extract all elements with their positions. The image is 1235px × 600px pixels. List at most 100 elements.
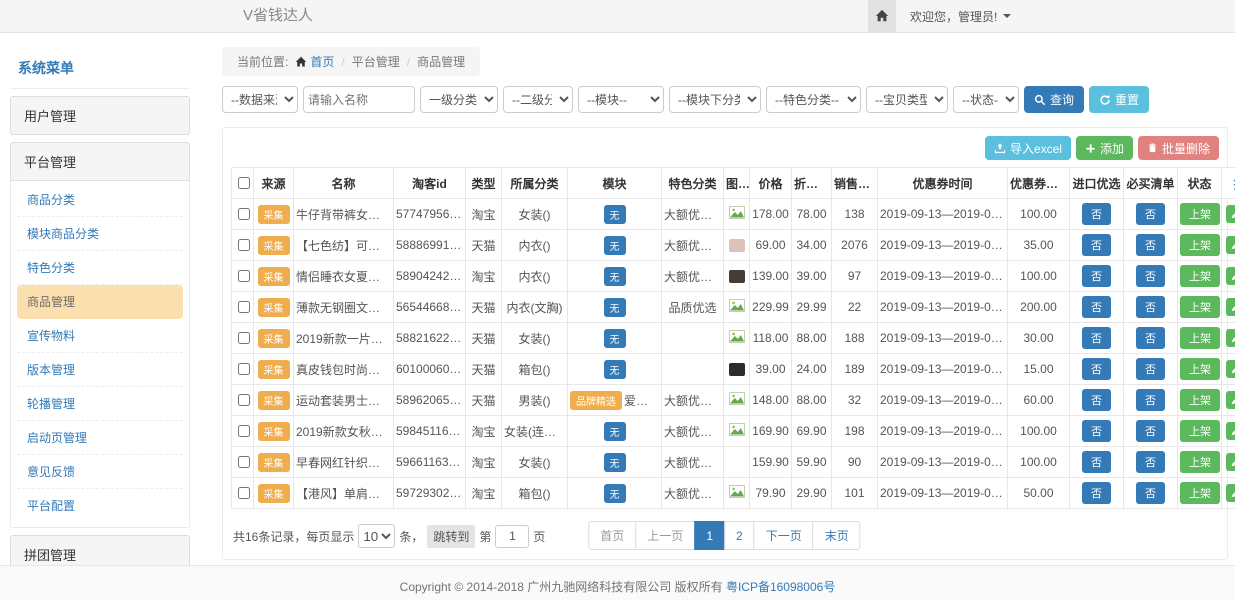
page-2-button[interactable]: 2 [724,521,755,550]
row-checkbox[interactable] [238,301,250,313]
sidebar-item-platform-management[interactable]: 平台管理 [10,142,190,181]
filter-select-status[interactable]: --状态-- [953,86,1019,113]
select-all-checkbox[interactable] [238,177,250,189]
sidebar-item-splash-management[interactable]: 启动页管理 [17,421,183,455]
filter-select-module[interactable]: --模块-- [578,86,664,113]
discount-price: 29.99 [792,292,832,323]
sidebar-item-feedback[interactable]: 意见反馈 [17,455,183,489]
import-select-toggle[interactable]: 否 [1082,327,1111,349]
home-icon [875,9,889,23]
prev-page-button[interactable]: 上一页 [635,521,695,550]
must-buy-toggle[interactable]: 否 [1136,420,1165,442]
edit-button[interactable] [1226,484,1235,502]
filter-select-item-type[interactable]: --宝贝类型-- [866,86,948,113]
edit-button[interactable] [1226,453,1235,471]
sidebar-item-platform-config[interactable]: 平台配置 [17,489,183,522]
status-button[interactable]: 上架 [1180,296,1220,318]
first-page-button[interactable]: 首页 [588,521,636,550]
row-checkbox[interactable] [238,425,250,437]
import-select-toggle[interactable]: 否 [1082,420,1111,442]
discount-price: 39.00 [792,261,832,292]
name-search-input[interactable] [303,86,415,113]
import-select-toggle[interactable]: 否 [1082,451,1111,473]
filter-select-data-source[interactable]: --数据来源-- [222,86,298,113]
edit-button[interactable] [1226,329,1235,347]
sidebar-item-product-management[interactable]: 商品管理 [17,285,183,319]
status-button[interactable]: 上架 [1180,358,1220,380]
row-checkbox[interactable] [238,456,250,468]
status-button[interactable]: 上架 [1180,389,1220,411]
must-buy-toggle[interactable]: 否 [1136,265,1165,287]
last-page-button[interactable]: 末页 [813,521,861,550]
breadcrumb-item-product[interactable]: 商品管理 [417,53,465,70]
row-checkbox[interactable] [238,239,250,251]
status-button[interactable]: 上架 [1180,482,1220,504]
status-button[interactable]: 上架 [1180,265,1220,287]
import-excel-button[interactable]: 导入excel [985,136,1071,160]
import-select-toggle[interactable]: 否 [1082,389,1111,411]
breadcrumb-separator: / [407,55,410,69]
sidebar-item-feature-category[interactable]: 特色分类 [17,251,183,285]
page-size-select[interactable]: 10 [358,524,395,548]
user-menu[interactable]: 欢迎您，管理员! [910,8,1011,25]
must-buy-toggle[interactable]: 否 [1136,389,1165,411]
edit-button[interactable] [1226,360,1235,378]
sidebar-item-user-management[interactable]: 用户管理 [10,96,190,135]
status-button[interactable]: 上架 [1180,327,1220,349]
edit-button[interactable] [1226,422,1235,440]
filter-select-level2-category[interactable]: --二级分类-- [503,86,573,113]
breadcrumb-item-platform[interactable]: 平台管理 [352,53,400,70]
status-button[interactable]: 上架 [1180,420,1220,442]
page-1-button[interactable]: 1 [694,521,725,550]
status-button[interactable]: 上架 [1180,234,1220,256]
must-buy-toggle[interactable]: 否 [1136,358,1165,380]
must-buy-toggle[interactable]: 否 [1136,327,1165,349]
status-button[interactable]: 上架 [1180,203,1220,225]
import-select-toggle[interactable]: 否 [1082,296,1111,318]
breadcrumb-home-link[interactable]: 首页 [295,53,334,70]
jump-page-input[interactable] [495,525,529,548]
must-buy-toggle[interactable]: 否 [1136,234,1165,256]
reset-button[interactable]: 重置 [1089,86,1149,113]
sidebar-item-module-product-category[interactable]: 模块商品分类 [17,217,183,251]
filter-select-module-subcategory[interactable]: --模块下分类-- [669,86,761,113]
row-checkbox[interactable] [238,332,250,344]
jump-button[interactable]: 跳转到 [427,525,475,548]
col-status: 状态 [1178,168,1222,199]
edit-button[interactable] [1226,391,1235,409]
edit-button[interactable] [1226,298,1235,316]
filter-select-feature-category[interactable]: --特色分类-- [766,86,861,113]
must-buy-toggle[interactable]: 否 [1136,203,1165,225]
row-checkbox[interactable] [238,487,250,499]
row-checkbox[interactable] [238,394,250,406]
icp-link[interactable]: 粤ICP备16098006号 [726,580,835,594]
edit-button[interactable] [1226,205,1235,223]
row-checkbox[interactable] [238,363,250,375]
import-select-toggle[interactable]: 否 [1082,203,1111,225]
sidebar-item-version-management[interactable]: 版本管理 [17,353,183,387]
sidebar-item-promo-material[interactable]: 宣传物料 [17,319,183,353]
import-select-toggle[interactable]: 否 [1082,234,1111,256]
col-category: 所属分类 [502,168,568,199]
status-button[interactable]: 上架 [1180,451,1220,473]
filter-select-level1-category[interactable]: 一级分类 [420,86,498,113]
sidebar-item-product-category[interactable]: 商品分类 [17,183,183,217]
edit-button[interactable] [1226,267,1235,285]
search-button[interactable]: 查询 [1024,86,1084,113]
next-page-button[interactable]: 下一页 [754,521,814,550]
sidebar-item-group-buy-management[interactable]: 拼团管理 [10,535,190,565]
must-buy-toggle[interactable]: 否 [1136,296,1165,318]
batch-delete-button[interactable]: 批量删除 [1138,136,1219,160]
edit-button[interactable] [1226,236,1235,254]
home-button[interactable] [868,0,896,32]
import-select-toggle[interactable]: 否 [1082,265,1111,287]
import-select-toggle[interactable]: 否 [1082,358,1111,380]
row-checkbox[interactable] [238,208,250,220]
add-button[interactable]: 添加 [1076,136,1133,160]
must-buy-toggle[interactable]: 否 [1136,482,1165,504]
sidebar-item-carousel-management[interactable]: 轮播管理 [17,387,183,421]
import-select-toggle[interactable]: 否 [1082,482,1111,504]
discount-price: 34.00 [792,230,832,261]
row-checkbox[interactable] [238,270,250,282]
must-buy-toggle[interactable]: 否 [1136,451,1165,473]
